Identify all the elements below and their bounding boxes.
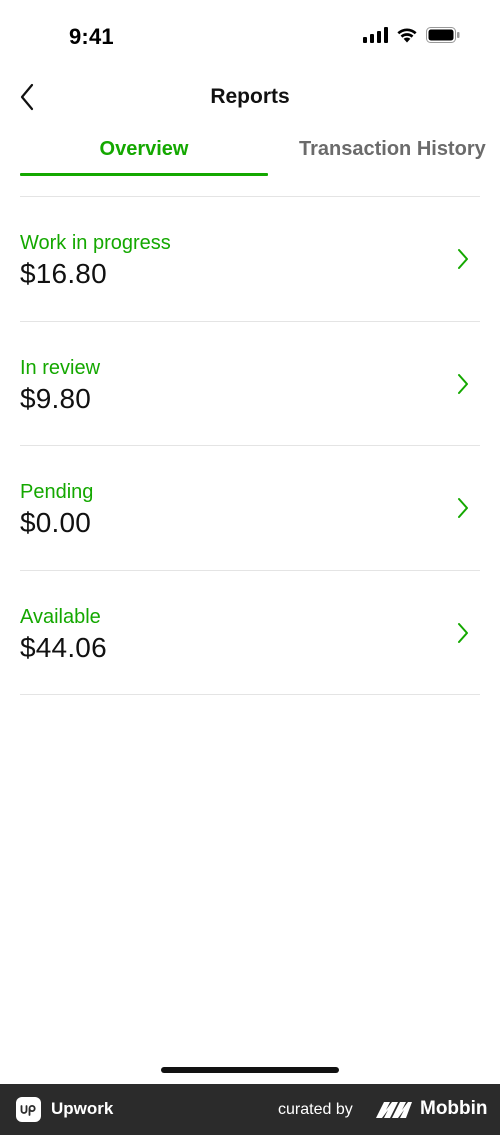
item-amount: $44.06 <box>20 631 107 663</box>
tab-active-indicator <box>20 173 268 176</box>
list-item-available[interactable]: Available $44.06 <box>20 571 480 695</box>
item-label: In review <box>20 356 101 379</box>
tab-overview[interactable]: Overview <box>20 124 268 176</box>
home-indicator <box>161 1067 339 1073</box>
list-item-in-review[interactable]: In review $9.80 <box>20 322 480 446</box>
footer-app-name: Upwork <box>51 1099 114 1118</box>
chevron-right-icon <box>458 373 468 394</box>
footer-brand: Mobbin <box>420 1098 488 1119</box>
footer-banner: Upwork curated by Mobbin <box>0 1084 500 1135</box>
item-label: Available <box>20 605 101 628</box>
upwork-logo-mark <box>20 1104 36 1116</box>
page-title: Reports <box>210 85 290 108</box>
mobbin-logo-icon <box>376 1102 412 1118</box>
signal-icon <box>363 27 388 43</box>
nav-bar: Reports <box>0 74 500 122</box>
chevron-right-icon <box>458 249 468 269</box>
tab-bar: Overview Transaction History <box>0 124 500 176</box>
list-item-pending[interactable]: Pending $0.00 <box>20 446 480 571</box>
footer-curated-by: curated by <box>278 1101 353 1118</box>
tab-transaction-history-label: Transaction History <box>299 138 486 160</box>
item-amount: $16.80 <box>20 258 107 289</box>
tab-transaction-history[interactable]: Transaction History <box>286 124 500 176</box>
wifi-icon <box>397 28 417 43</box>
item-amount: $0.00 <box>20 507 92 538</box>
chevron-right-icon <box>458 498 468 518</box>
upwork-logo-icon <box>16 1097 41 1122</box>
status-time: 9:41 <box>69 24 114 49</box>
chevron-right-icon <box>458 622 468 643</box>
report-list: Work in progress $16.80 In review $9.80 … <box>20 197 480 695</box>
list-item-work-in-progress[interactable]: Work in progress $16.80 <box>20 197 480 322</box>
item-label: Pending <box>20 481 94 503</box>
item-label: Work in progress <box>20 232 171 254</box>
status-icons <box>363 27 460 43</box>
item-amount: $9.80 <box>20 382 92 414</box>
tab-overview-label: Overview <box>99 138 189 160</box>
status-bar: 9:41 <box>0 0 500 74</box>
battery-icon <box>426 27 460 43</box>
